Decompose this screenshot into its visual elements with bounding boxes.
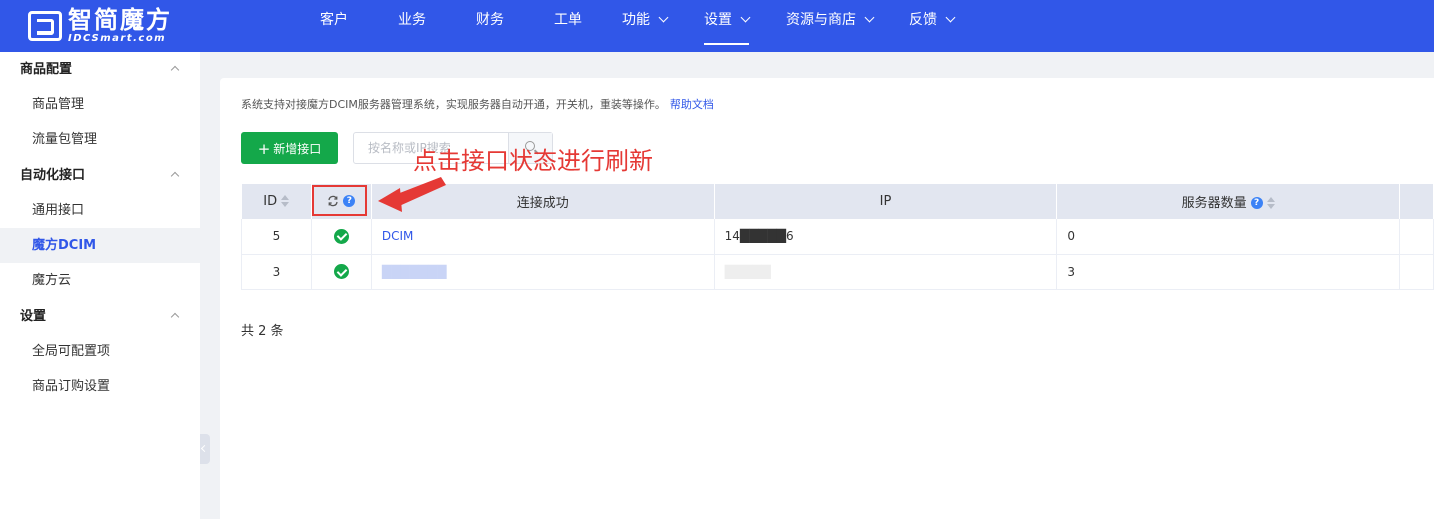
nav-customers[interactable]: 客户 (320, 0, 348, 52)
cell-ip: 14█████6 (714, 219, 1058, 255)
help-icon[interactable]: ? (1250, 196, 1263, 209)
nav-feedback[interactable]: 反馈 (909, 0, 956, 52)
chevron-up-icon (170, 65, 180, 75)
nav-tickets[interactable]: 工单 (554, 0, 582, 52)
sidebar-item-traffic-package[interactable]: 流量包管理 (0, 122, 200, 157)
sidebar-item-generic-interface[interactable]: 通用接口 (0, 193, 200, 228)
nav-business[interactable]: 业务 (398, 0, 426, 52)
column-header-id[interactable]: ID (241, 184, 312, 219)
column-header-status: ? (311, 184, 372, 219)
nav-finance[interactable]: 财务 (476, 0, 504, 52)
cell-extra (1399, 219, 1434, 255)
cell-status[interactable] (311, 219, 372, 255)
chevron-down-icon (945, 12, 956, 23)
cell-extra (1399, 254, 1434, 290)
chevron-down-icon (740, 12, 751, 23)
annotation-label: 点击接口状态进行刷新 (413, 147, 653, 175)
nav-settings[interactable]: 设置 (704, 0, 751, 52)
sidebar-item-dcim[interactable]: 魔方DCIM (0, 228, 200, 263)
logo-icon (28, 11, 62, 41)
check-circle-icon[interactable] (333, 264, 349, 279)
brand-name: 智简魔方 (68, 6, 172, 34)
annotation-highlight-box (311, 185, 367, 216)
help-doc-link[interactable]: 帮助文档 (670, 98, 714, 111)
brand-logo[interactable]: 智简魔方 IDCSmart.com (28, 6, 172, 46)
cell-id: 5 (241, 219, 312, 255)
sidebar-item-cloud[interactable]: 魔方云 (0, 263, 200, 298)
column-header-connection: 连接成功 (371, 184, 715, 219)
chevron-up-icon (170, 171, 180, 181)
column-header-ip: IP (714, 184, 1058, 219)
cell-server-count: 0 (1056, 219, 1400, 255)
column-header-server-count[interactable]: 服务器数量? (1056, 184, 1400, 219)
chevron-up-icon (170, 312, 180, 322)
sidebar-group-settings[interactable]: 设置 (0, 299, 200, 334)
page-description: 系统支持对接魔方DCIM服务器管理系统，实现服务器自动开通，开关机，重装等操作。… (241, 98, 714, 111)
sidebar-item-product-management[interactable]: 商品管理 (0, 87, 200, 122)
cell-id: 3 (241, 254, 312, 290)
content-panel: 系统支持对接魔方DCIM服务器管理系统，实现服务器自动开通，开关机，重装等操作。… (220, 78, 1434, 519)
chevron-down-icon (658, 12, 669, 23)
cell-ip: █████ (714, 254, 1058, 290)
sort-icon[interactable] (281, 194, 290, 207)
sidebar-item-global-config[interactable]: 全局可配置项 (0, 334, 200, 369)
nav-resources-store[interactable]: 资源与商店 (786, 0, 875, 52)
top-navbar: 智简魔方 IDCSmart.com 客户 业务 财务 工单 功能 设置 资源与商… (0, 0, 1434, 52)
table-row[interactable]: 5 DCIM 14█████6 0 (241, 219, 1434, 255)
cell-name[interactable]: ███████ (371, 254, 715, 290)
sidebar-collapse-handle[interactable] (200, 434, 210, 464)
brand-domain: IDCSmart.com (68, 33, 167, 44)
check-circle-icon[interactable] (333, 228, 349, 244)
sort-icon[interactable] (1266, 196, 1275, 209)
sidebar-group-automation[interactable]: 自动化接口 (0, 158, 200, 193)
plus-icon: + (257, 140, 271, 158)
sidebar-item-order-settings[interactable]: 商品订购设置 (0, 369, 200, 404)
cell-server-count: 3 (1056, 254, 1400, 290)
column-header-extra (1399, 184, 1434, 219)
sidebar-group-product-config[interactable]: 商品配置 (0, 52, 200, 87)
add-interface-button[interactable]: + 新增接口 (241, 132, 338, 164)
nav-functions[interactable]: 功能 (622, 0, 669, 52)
cell-status[interactable] (311, 254, 372, 290)
chevron-down-icon (864, 12, 875, 23)
table-row[interactable]: 3 ███████ █████ 3 (241, 254, 1434, 290)
sidebar: 商品配置 商品管理 流量包管理 自动化接口 通用接口 魔方DCIM 魔方云 设置… (0, 52, 200, 519)
table-header-row: ID ? 连接成功 IP 服务器数量? (241, 184, 1434, 219)
interface-table: ID ? 连接成功 IP 服务器数量? 5 DCIM 14█████6 0 3 … (241, 184, 1434, 290)
total-count: 共 2 条 (241, 324, 284, 339)
cell-name[interactable]: DCIM (371, 219, 715, 255)
